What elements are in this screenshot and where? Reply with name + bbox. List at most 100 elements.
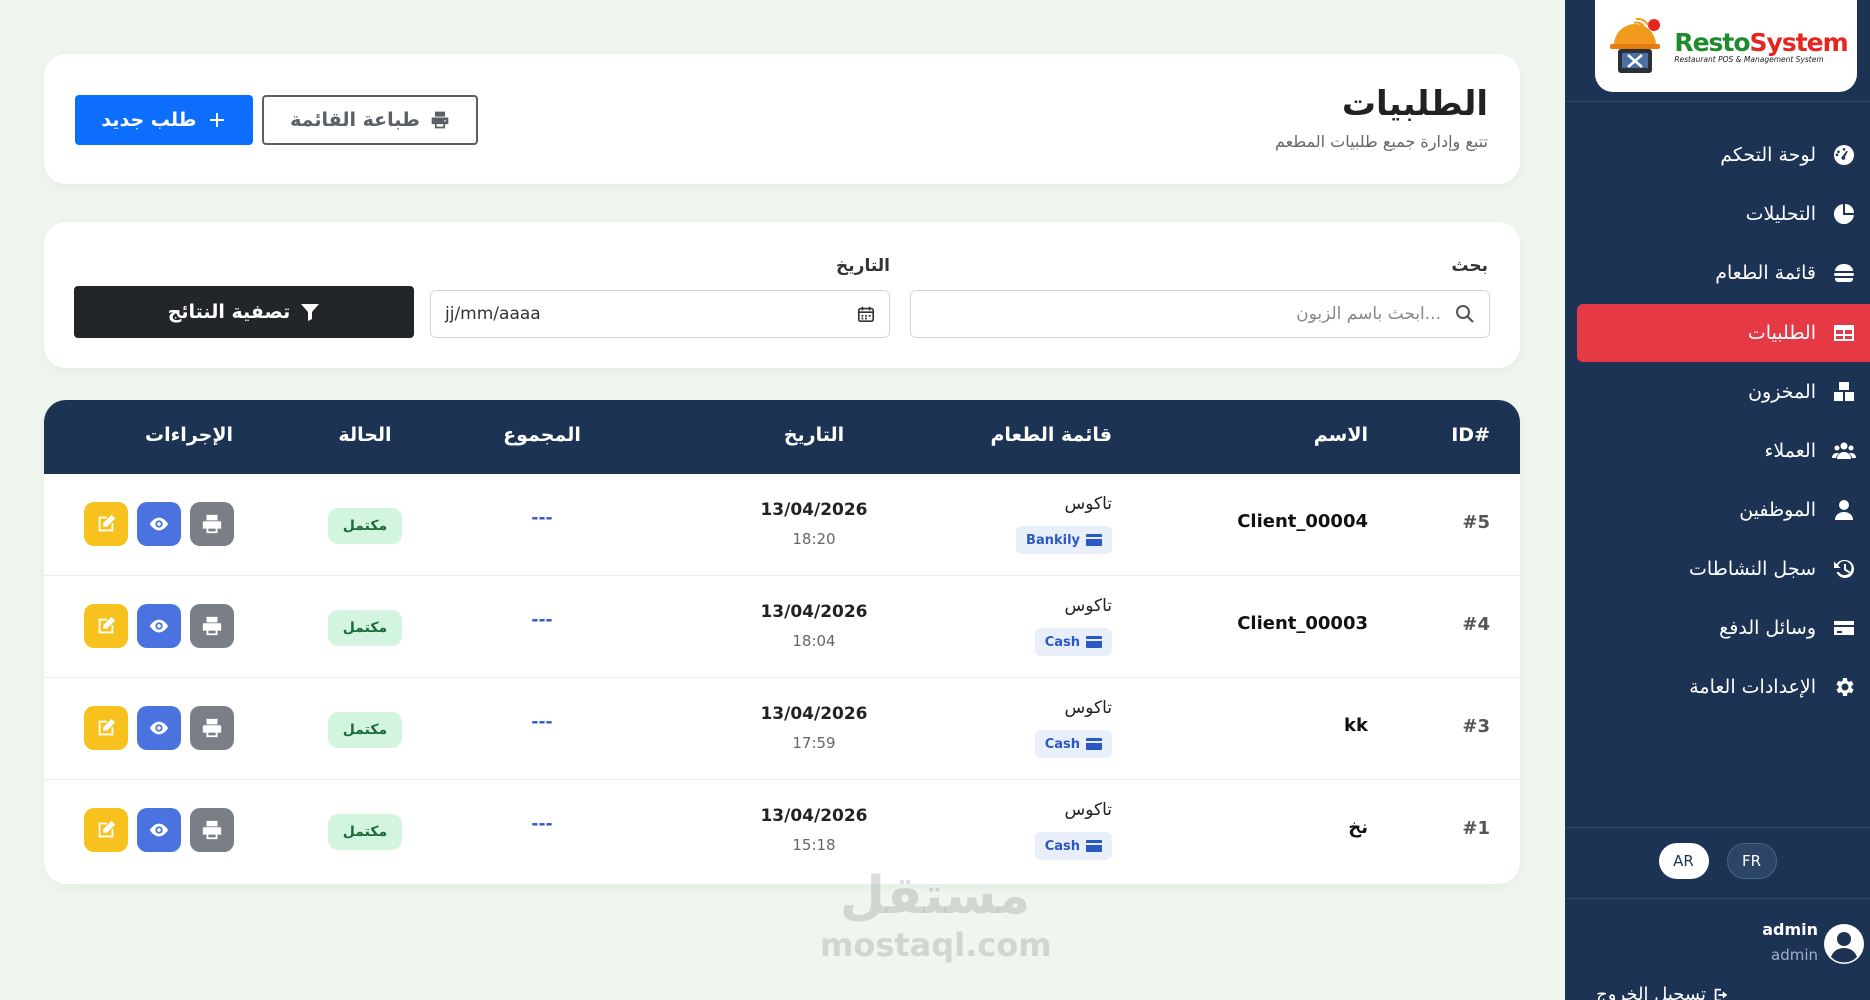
order-date: 13/04/2026 bbox=[760, 602, 868, 622]
print-list-label: طباعة القائمة bbox=[290, 109, 420, 131]
order-time: 17:59 bbox=[792, 734, 836, 752]
sidebar-item-inventory[interactable]: المخزون bbox=[1577, 363, 1870, 421]
brand-name-b: System bbox=[1749, 28, 1849, 57]
table-row: #1 نخ تاكوس Cash 13/04/2026 15:18 --- مك… bbox=[44, 780, 1520, 882]
order-total: --- bbox=[531, 508, 553, 528]
plus-icon bbox=[209, 113, 224, 127]
sidebar-item-dashboard[interactable]: لوحة التحكم bbox=[1577, 126, 1870, 184]
credit-card-icon bbox=[1086, 636, 1102, 648]
sidebar-item-label: وسائل الدفع bbox=[1719, 617, 1816, 639]
edit-order-button[interactable] bbox=[84, 706, 128, 750]
th-status: الحالة bbox=[338, 424, 392, 446]
print-order-button[interactable] bbox=[190, 706, 234, 750]
payment-method: Bankily bbox=[1026, 532, 1080, 548]
view-order-button[interactable] bbox=[137, 604, 181, 648]
gauge-icon bbox=[1834, 145, 1854, 165]
order-date: 13/04/2026 bbox=[760, 704, 868, 724]
user-role: admin bbox=[1771, 946, 1818, 964]
logout-icon bbox=[1714, 988, 1728, 1000]
view-order-button[interactable] bbox=[137, 706, 181, 750]
edit-order-button[interactable] bbox=[84, 604, 128, 648]
sidebar-item-staff[interactable]: الموظفين bbox=[1577, 481, 1870, 539]
sidebar-item-menu[interactable]: قائمة الطعام bbox=[1577, 244, 1870, 302]
menu-item: تاكوس bbox=[1064, 800, 1112, 820]
filter-results-button[interactable]: تصفية النتائج bbox=[74, 286, 414, 338]
edit-icon bbox=[98, 718, 116, 736]
sidebar-item-label: الإعدادات العامة bbox=[1689, 676, 1816, 698]
boxes-icon bbox=[1834, 382, 1854, 401]
pie-chart-icon bbox=[1833, 204, 1854, 225]
watermark: مستقل mostaql.com bbox=[820, 866, 1052, 964]
print-order-button[interactable] bbox=[190, 502, 234, 546]
sidebar-item-activity-log[interactable]: سجل النشاطات bbox=[1577, 540, 1870, 598]
sidebar-item-analytics[interactable]: التحليلات bbox=[1577, 185, 1870, 243]
th-total: المجموع bbox=[503, 424, 581, 446]
table-icon bbox=[1834, 325, 1854, 341]
eye-icon bbox=[149, 619, 169, 633]
sidebar-divider bbox=[1565, 101, 1870, 102]
page-title: الطلبيات bbox=[1341, 84, 1488, 124]
history-icon bbox=[1834, 559, 1854, 578]
credit-card-icon bbox=[1086, 738, 1102, 750]
customer-name: نخ bbox=[1348, 817, 1368, 838]
lang-ar-button[interactable]: AR bbox=[1658, 843, 1709, 879]
status-badge: مكتمل bbox=[328, 712, 402, 748]
order-id: #5 bbox=[1462, 512, 1490, 533]
order-date: 13/04/2026 bbox=[760, 806, 868, 826]
watermark-en: mostaql.com bbox=[820, 926, 1052, 964]
th-actions: الإجراءات bbox=[144, 424, 233, 446]
page-subtitle: تتبع وإدارة جميع طلبيات المطعم bbox=[1275, 132, 1488, 151]
date-input[interactable]: jj/mm/aaaa bbox=[430, 290, 890, 338]
watermark-ar: مستقل bbox=[839, 866, 1031, 926]
date-label: التاريخ bbox=[836, 256, 890, 276]
sidebar-divider bbox=[1565, 898, 1870, 899]
search-placeholder: ابحث باسم الزبون... bbox=[1296, 304, 1441, 324]
payment-badge: Cash bbox=[1034, 832, 1112, 860]
status-badge: مكتمل bbox=[328, 610, 402, 646]
users-icon bbox=[1832, 442, 1856, 459]
logo-icon bbox=[1604, 15, 1666, 77]
sidebar-item-label: المخزون bbox=[1748, 381, 1816, 403]
logout-button[interactable]: تسجيل الخروج bbox=[1596, 984, 1730, 1000]
order-id: #4 bbox=[1462, 614, 1490, 635]
edit-order-button[interactable] bbox=[84, 808, 128, 852]
calendar-icon[interactable] bbox=[857, 305, 875, 323]
order-time: 18:20 bbox=[792, 530, 836, 548]
table-row: #5 Client_00004 تاكوس Bankily 13/04/2026… bbox=[44, 474, 1520, 576]
sidebar-item-settings[interactable]: الإعدادات العامة bbox=[1577, 658, 1870, 716]
sidebar-item-customers[interactable]: العملاء bbox=[1577, 422, 1870, 480]
printer-icon bbox=[202, 616, 222, 636]
burger-icon bbox=[1834, 264, 1854, 282]
printer-icon bbox=[431, 111, 449, 129]
brand-logo[interactable]: RestoSystem Restaurant POS & Management … bbox=[1595, 0, 1857, 92]
user-tie-icon bbox=[1835, 500, 1853, 520]
payment-method: Cash bbox=[1044, 838, 1080, 854]
search-input[interactable]: ابحث باسم الزبون... bbox=[910, 290, 1490, 338]
menu-item: تاكوس bbox=[1064, 596, 1112, 616]
sidebar-item-label: الطلبيات bbox=[1747, 322, 1816, 344]
user-profile: admin admin تسجيل الخروج bbox=[1565, 920, 1870, 1000]
brand-name-a: Resto bbox=[1674, 28, 1750, 57]
sidebar-item-orders[interactable]: الطلبيات bbox=[1577, 304, 1870, 362]
order-date: 13/04/2026 bbox=[760, 500, 868, 520]
print-order-button[interactable] bbox=[190, 604, 234, 648]
view-order-button[interactable] bbox=[137, 502, 181, 546]
sidebar-item-payment-methods[interactable]: وسائل الدفع bbox=[1577, 599, 1870, 657]
new-order-button[interactable]: طلب جديد bbox=[75, 95, 253, 145]
customer-name: Client_00004 bbox=[1237, 511, 1368, 532]
sidebar-divider bbox=[1565, 827, 1870, 828]
menu-item: تاكوس bbox=[1064, 698, 1112, 718]
lang-fr-button[interactable]: FR bbox=[1726, 843, 1777, 879]
edit-order-button[interactable] bbox=[84, 502, 128, 546]
view-order-button[interactable] bbox=[137, 808, 181, 852]
payment-badge: Bankily bbox=[1016, 526, 1112, 554]
print-list-button[interactable]: طباعة القائمة bbox=[262, 95, 478, 145]
order-total: --- bbox=[531, 610, 553, 630]
th-name: الاسم bbox=[1313, 424, 1368, 446]
search-icon bbox=[1456, 305, 1474, 323]
user-name: admin bbox=[1762, 920, 1818, 939]
print-order-button[interactable] bbox=[190, 808, 234, 852]
th-id: ID# bbox=[1451, 424, 1490, 446]
order-id: #1 bbox=[1462, 818, 1490, 839]
payment-badge: Cash bbox=[1034, 628, 1112, 656]
